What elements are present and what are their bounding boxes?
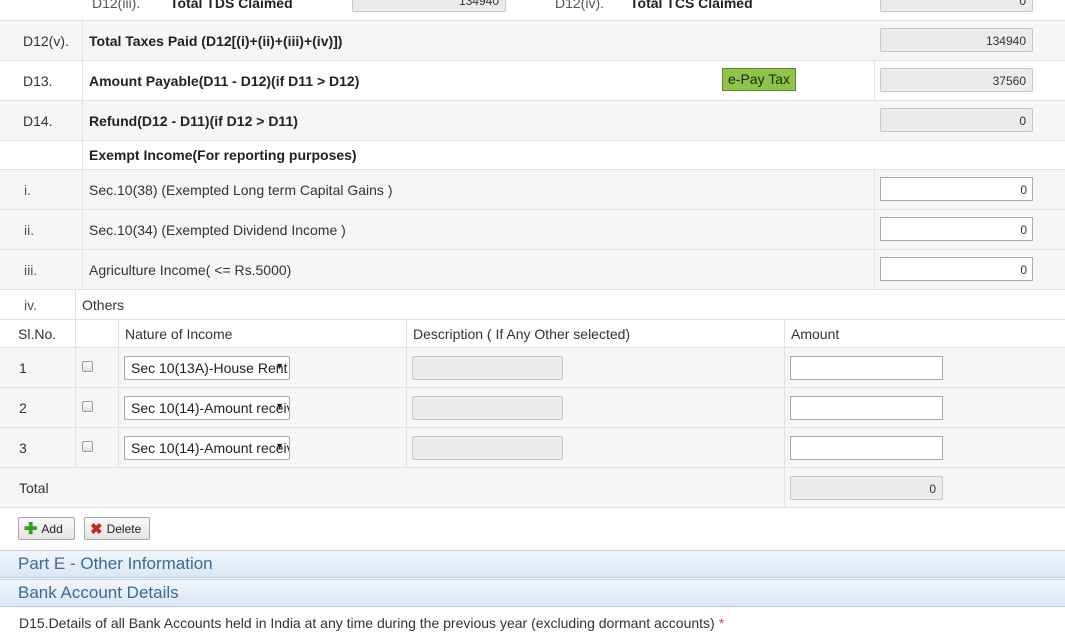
nature-select-value: Sec 10(13A)-House Rent Allowance bbox=[131, 360, 289, 376]
d13-number: D13. bbox=[23, 72, 53, 89]
header-amount: Amount bbox=[791, 325, 840, 342]
others-number: iv. bbox=[24, 296, 37, 313]
row-exempt-i: i. Sec.10(38) (Exempted Long term Capita… bbox=[0, 170, 1065, 210]
row-d13: D13. Amount Payable(D11 - D12)(if D11 > … bbox=[0, 61, 1065, 101]
total-label: Total bbox=[19, 479, 49, 496]
exempt-dividend-input[interactable]: 0 bbox=[880, 217, 1033, 241]
plus-icon: ✚ bbox=[24, 520, 38, 538]
amount-input[interactable] bbox=[790, 396, 943, 420]
header-slno: Sl.No. bbox=[18, 325, 57, 342]
bank-account-section-header[interactable]: Bank Account Details bbox=[0, 579, 1065, 607]
others-label: Others bbox=[82, 296, 125, 313]
d12iv-label: Total TCS Claimed bbox=[630, 0, 753, 11]
exempt-ii-label: Sec.10(34) (Exempted Dividend Income ) bbox=[89, 221, 346, 238]
table-row: 2 Sec 10(14)-Amount received▼ bbox=[0, 388, 1065, 428]
add-button-label: Add bbox=[41, 521, 63, 536]
description-field bbox=[412, 396, 563, 420]
row-slno: 1 bbox=[19, 359, 27, 376]
d15-label: D15.Details of all Bank Accounts held in… bbox=[19, 615, 715, 631]
table-row: 1 Sec 10(13A)-House Rent Allowance▼ bbox=[0, 348, 1065, 388]
row-d12v: D12(v). Total Taxes Paid (D12[(i)+(ii)+(… bbox=[0, 21, 1065, 61]
exempt-iii-label: Agriculture Income( <= Rs.5000) bbox=[89, 261, 292, 278]
exempt-ii-number: ii. bbox=[24, 221, 35, 238]
d12v-label: Total Taxes Paid (D12[(i)+(ii)+(iii)+(iv… bbox=[89, 32, 343, 49]
row-exempt-heading: Exempt Income(For reporting purposes) bbox=[0, 141, 1065, 170]
exempt-heading: Exempt Income(For reporting purposes) bbox=[89, 147, 357, 163]
add-row-button[interactable]: ✚ Add bbox=[18, 517, 75, 540]
exempt-i-label: Sec.10(38) (Exempted Long term Capital G… bbox=[89, 181, 393, 198]
d12iv-number: D12(iv). bbox=[555, 0, 605, 11]
row-exempt-iii: iii. Agriculture Income( <= Rs.5000) 0 bbox=[0, 250, 1065, 290]
row-select-checkbox[interactable] bbox=[82, 401, 93, 412]
row-others: iv. Others bbox=[0, 290, 1065, 320]
part-e-section-header[interactable]: Part E - Other Information bbox=[0, 550, 1065, 578]
delete-button-label: Delete bbox=[106, 521, 142, 536]
total-value: 0 bbox=[790, 476, 943, 500]
row-d15: D15.Details of all Bank Accounts held in… bbox=[0, 608, 1065, 638]
d14-label: Refund(D12 - D11)(if D12 > D11) bbox=[89, 112, 298, 129]
table-row: 3 Sec 10(14)-Amount received▼ bbox=[0, 428, 1065, 468]
delete-row-button[interactable]: ✖ Delete bbox=[84, 517, 150, 540]
exempt-i-number: i. bbox=[24, 181, 31, 198]
row-d14: D14. Refund(D12 - D11)(if D12 > D11) 0 bbox=[0, 101, 1065, 141]
row-select-checkbox[interactable] bbox=[82, 361, 93, 372]
d14-number: D14. bbox=[23, 112, 53, 129]
required-asterisk: * bbox=[718, 615, 725, 631]
nature-select-value: Sec 10(14)-Amount received bbox=[131, 400, 289, 416]
d12v-value: 134940 bbox=[880, 28, 1033, 52]
header-nature: Nature of Income bbox=[125, 325, 233, 342]
dropdown-arrow-icon: ▼ bbox=[275, 441, 284, 451]
d14-value: 0 bbox=[880, 108, 1033, 132]
description-field bbox=[412, 436, 563, 460]
nature-select-value: Sec 10(14)-Amount received bbox=[131, 440, 289, 456]
description-field bbox=[412, 356, 563, 380]
row-slno: 3 bbox=[19, 439, 27, 456]
nature-select[interactable]: Sec 10(13A)-House Rent Allowance▼ bbox=[124, 356, 290, 380]
amount-input[interactable] bbox=[790, 436, 943, 460]
d13-value: 37560 bbox=[880, 68, 1033, 92]
header-description: Description ( If Any Other selected) bbox=[413, 325, 631, 342]
d12v-number: D12(v). bbox=[23, 32, 69, 49]
dropdown-arrow-icon: ▼ bbox=[275, 401, 284, 411]
d15-text-wrap: D15.Details of all Bank Accounts held in… bbox=[19, 608, 724, 638]
amount-input[interactable] bbox=[790, 356, 943, 380]
d13-label: Amount Payable(D11 - D12)(if D11 > D12) bbox=[89, 72, 360, 89]
exempt-agriculture-input[interactable]: 0 bbox=[880, 257, 1033, 281]
dropdown-arrow-icon: ▼ bbox=[275, 361, 284, 371]
row-d12iii-d12iv: D12(iii). Total TDS Claimed 134940 D12(i… bbox=[0, 0, 1065, 21]
row-select-checkbox[interactable] bbox=[82, 441, 93, 452]
exempt-ltcg-input[interactable]: 0 bbox=[880, 177, 1033, 201]
d12iii-label: Total TDS Claimed bbox=[170, 0, 293, 11]
total-row: Total 0 bbox=[0, 468, 1065, 508]
d12iii-number: D12(iii). bbox=[92, 0, 141, 11]
row-exempt-ii: ii. Sec.10(34) (Exempted Dividend Income… bbox=[0, 210, 1065, 250]
e-pay-tax-button[interactable]: e-Pay Tax bbox=[722, 68, 796, 91]
delete-x-icon: ✖ bbox=[90, 520, 103, 538]
nature-select[interactable]: Sec 10(14)-Amount received▼ bbox=[124, 436, 290, 460]
row-slno: 2 bbox=[19, 399, 27, 416]
nature-select[interactable]: Sec 10(14)-Amount received▼ bbox=[124, 396, 290, 420]
d12iii-value: 134940 bbox=[352, 0, 506, 12]
d12iv-value: 0 bbox=[880, 0, 1033, 12]
others-table-header: Sl.No. Nature of Income Description ( If… bbox=[0, 320, 1065, 348]
exempt-iii-number: iii. bbox=[24, 261, 38, 278]
